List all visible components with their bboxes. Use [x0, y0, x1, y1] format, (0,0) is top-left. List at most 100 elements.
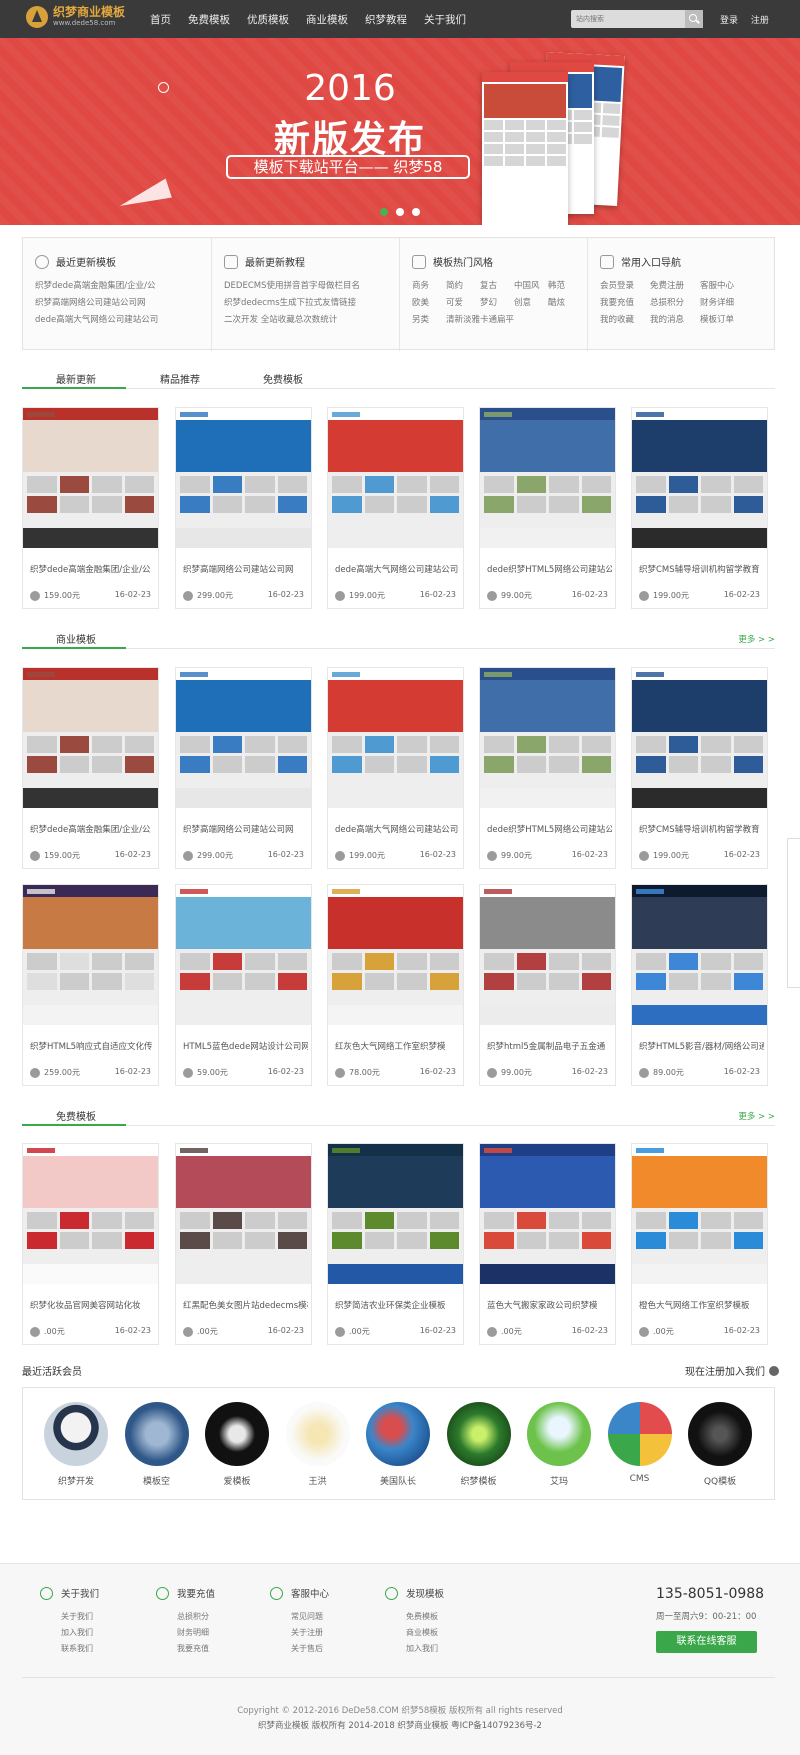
side-float-tab[interactable] [787, 838, 800, 988]
template-title[interactable]: 织梦CMS辅导培训机构留学教育 [639, 823, 764, 835]
info-link[interactable]: 织梦dede高端金融集团/企业/公 [35, 278, 211, 295]
footer-link[interactable]: 总损积分 [156, 1609, 215, 1625]
template-thumbnail[interactable] [632, 408, 767, 548]
quick-link[interactable]: 模板订单 [700, 312, 750, 329]
member-name[interactable]: 美国队长 [380, 1477, 416, 1487]
quick-link[interactable]: 我的收藏 [600, 312, 650, 329]
nav-free-templates[interactable]: 免费模板 [188, 12, 230, 27]
template-card[interactable]: 织梦html5金属制品电子五金通 99.00元 16-02-23 [479, 884, 616, 1086]
template-title[interactable]: 织梦HTML5影音/器材/网络公司通 [639, 1040, 764, 1052]
style-tag[interactable]: 清新淡雅 [446, 312, 480, 329]
template-thumbnail[interactable] [328, 408, 463, 548]
avatar[interactable] [44, 1402, 108, 1466]
footer-link[interactable]: 免费模板 [385, 1609, 444, 1625]
template-card[interactable]: 织梦HTML5影音/器材/网络公司通 89.00元 16-02-23 [631, 884, 768, 1086]
avatar[interactable] [527, 1402, 591, 1466]
info-link[interactable]: 织梦dedecms生成下拉式友情链接 [224, 295, 399, 312]
carousel-dot[interactable] [412, 208, 420, 216]
footer-link[interactable]: 联系我们 [40, 1641, 99, 1657]
template-thumbnail[interactable] [176, 408, 311, 548]
style-tag[interactable]: 梦幻 [480, 295, 514, 312]
register-link[interactable]: 注册 [751, 16, 769, 26]
template-thumbnail[interactable] [328, 885, 463, 1025]
template-card[interactable]: dede织梦HTML5网络公司建站公 99.00元 16-02-23 [479, 407, 616, 609]
template-thumbnail[interactable] [328, 668, 463, 808]
footer-link[interactable]: 我要充值 [156, 1641, 215, 1657]
style-tag[interactable]: 复古 [480, 278, 514, 295]
member-name[interactable]: CMS [630, 1474, 650, 1484]
member-name[interactable]: 王洪 [308, 1477, 326, 1487]
avatar[interactable] [607, 1402, 672, 1466]
template-card[interactable]: 织梦CMS辅导培训机构留学教育 199.00元 16-02-23 [631, 667, 768, 869]
template-thumbnail[interactable] [632, 1144, 767, 1284]
template-card[interactable]: dede高端大气网络公司建站公司 199.00元 16-02-23 [327, 407, 464, 609]
tab-free[interactable]: 免费模板 [263, 371, 303, 386]
avatar[interactable] [205, 1402, 269, 1466]
tab-recommended[interactable]: 精品推荐 [160, 371, 200, 386]
template-title[interactable]: HTML5蓝色dede网站设计公司网 [183, 1040, 308, 1052]
footer-link[interactable]: 商业模板 [385, 1625, 444, 1641]
quick-link[interactable]: 会员登录 [600, 278, 650, 295]
template-title[interactable]: 织梦CMS辅导培训机构留学教育 [639, 563, 764, 575]
info-link[interactable]: 二次开发 全站收藏总次数统计 [224, 312, 399, 329]
avatar[interactable] [688, 1402, 752, 1466]
quick-link[interactable]: 我的消息 [650, 312, 700, 329]
quick-link[interactable]: 我要充值 [600, 295, 650, 312]
style-tag[interactable]: 卡通扁平 [480, 312, 514, 329]
member-item[interactable]: 王洪 [285, 1402, 350, 1487]
template-thumbnail[interactable] [23, 408, 158, 548]
footer-link[interactable]: 财务明细 [156, 1625, 215, 1641]
template-card[interactable]: 织梦高端网络公司建站公司网 299.00元 16-02-23 [175, 667, 312, 869]
template-title[interactable]: 织梦简洁农业环保类企业模板 [335, 1299, 460, 1311]
member-item[interactable]: 织梦模板 [446, 1402, 511, 1487]
style-tag[interactable]: 商务 [412, 278, 446, 295]
template-title[interactable]: 织梦化妆品官网美容网站化妆 [30, 1299, 155, 1311]
avatar[interactable] [366, 1402, 430, 1466]
quick-link[interactable]: 财务详细 [700, 295, 750, 312]
style-tag[interactable]: 中国风 [514, 278, 548, 295]
more-link[interactable]: 更多 > > [738, 1110, 775, 1122]
style-tag[interactable]: 可爱 [446, 295, 480, 312]
template-thumbnail[interactable] [480, 1144, 615, 1284]
carousel-dot[interactable] [380, 208, 388, 216]
template-thumbnail[interactable] [480, 668, 615, 808]
template-title[interactable]: 蓝色大气搬家家政公司织梦模 [487, 1299, 612, 1311]
member-item[interactable]: 模板空 [124, 1402, 189, 1487]
template-title[interactable]: 织梦html5金属制品电子五金通 [487, 1040, 612, 1052]
style-tag[interactable]: 另类 [412, 312, 446, 329]
online-service-button[interactable]: 联系在线客服 [656, 1631, 757, 1653]
footer-link[interactable]: 关于注册 [270, 1625, 329, 1641]
template-thumbnail[interactable] [480, 408, 615, 548]
quick-link[interactable]: 免费注册 [650, 278, 700, 295]
member-name[interactable]: 织梦模板 [460, 1477, 496, 1487]
template-title[interactable]: 织梦dede高端金融集团/企业/公 [30, 823, 155, 835]
member-item[interactable]: 爱模板 [205, 1402, 269, 1487]
member-name[interactable]: 爱模板 [223, 1477, 250, 1487]
nav-quality-templates[interactable]: 优质模板 [247, 12, 289, 27]
avatar[interactable] [285, 1402, 350, 1466]
quick-link[interactable]: 总损积分 [650, 295, 700, 312]
template-thumbnail[interactable] [480, 885, 615, 1025]
template-thumbnail[interactable] [328, 1144, 463, 1284]
style-tag[interactable]: 韩范 [548, 278, 582, 295]
template-title[interactable]: dede织梦HTML5网络公司建站公 [487, 823, 612, 835]
nav-home[interactable]: 首页 [150, 12, 171, 27]
template-card[interactable]: 织梦化妆品官网美容网站化妆 .00元 16-02-23 [22, 1143, 159, 1345]
footer-link[interactable]: 加入我们 [40, 1625, 99, 1641]
style-tag[interactable]: 酷炫 [548, 295, 582, 312]
template-card[interactable]: 蓝色大气搬家家政公司织梦模 .00元 16-02-23 [479, 1143, 616, 1345]
search-icon[interactable] [685, 10, 703, 28]
member-item[interactable]: CMS [607, 1402, 672, 1484]
footer-link[interactable]: 关于我们 [40, 1609, 99, 1625]
template-thumbnail[interactable] [23, 668, 158, 808]
template-card[interactable]: HTML5蓝色dede网站设计公司网 59.00元 16-02-23 [175, 884, 312, 1086]
template-card[interactable]: 织梦高端网络公司建站公司网 299.00元 16-02-23 [175, 407, 312, 609]
member-name[interactable]: 织梦开发 [58, 1477, 94, 1487]
site-logo[interactable]: 织梦商业模板 www.dede58.com [26, 6, 125, 28]
avatar[interactable] [124, 1402, 189, 1466]
template-thumbnail[interactable] [23, 885, 158, 1025]
template-thumbnail[interactable] [632, 668, 767, 808]
template-card[interactable]: dede高端大气网络公司建站公司 199.00元 16-02-23 [327, 667, 464, 869]
template-thumbnail[interactable] [176, 1144, 311, 1284]
template-card[interactable]: 红灰色大气网络工作室织梦模 78.00元 16-02-23 [327, 884, 464, 1086]
